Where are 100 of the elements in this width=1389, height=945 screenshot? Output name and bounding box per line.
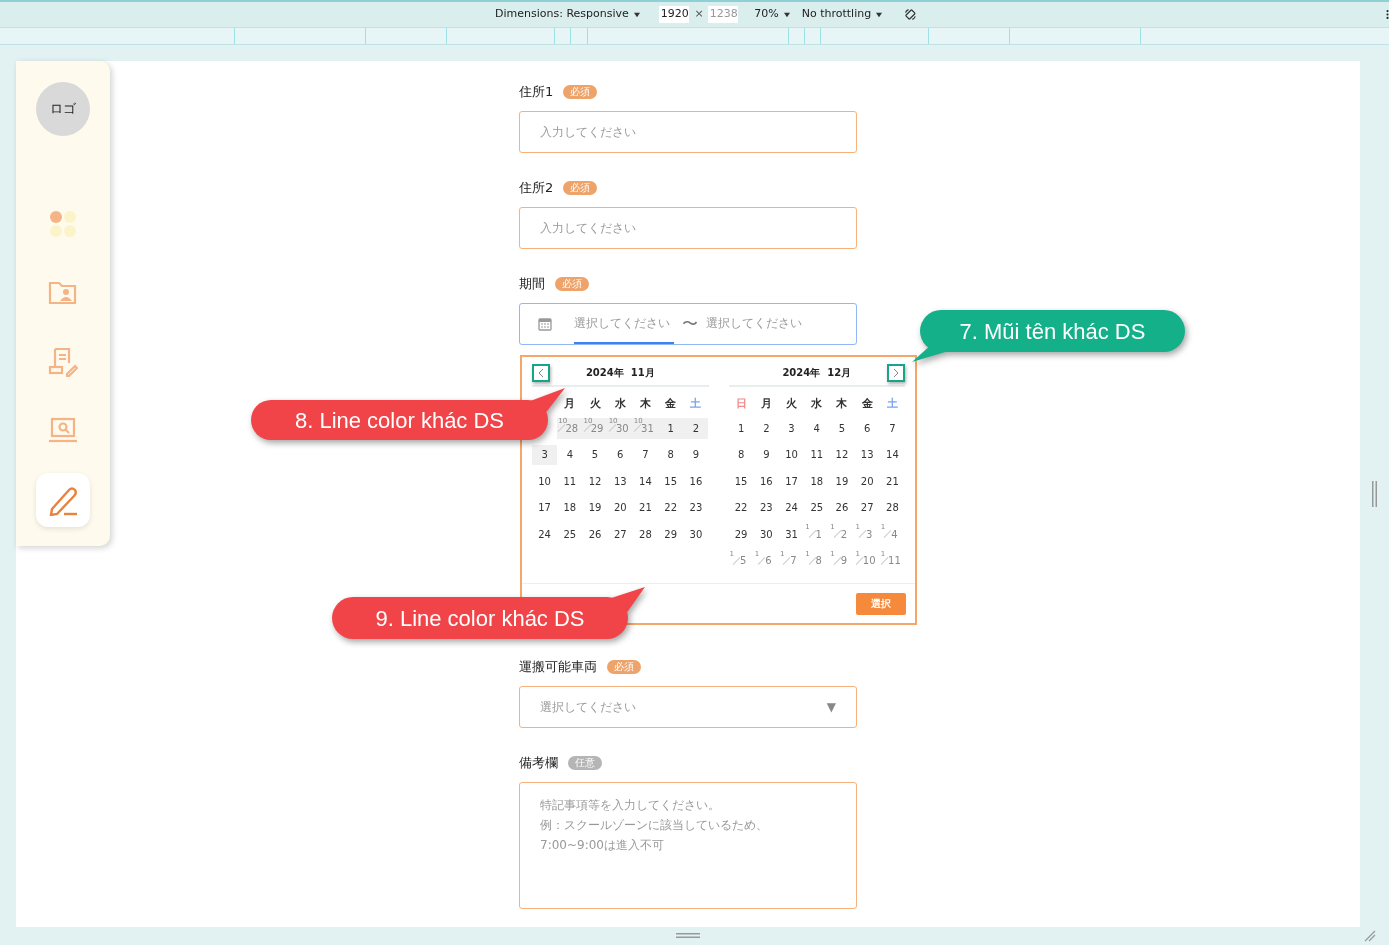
calendar-day[interactable]: 5: [829, 418, 855, 439]
calendar-day[interactable]: 24: [532, 524, 558, 545]
calendar-day[interactable]: 15: [658, 471, 684, 492]
calendar-day[interactable]: 23: [683, 497, 709, 518]
zoom-dropdown[interactable]: 70%: [754, 6, 779, 23]
calendar-day[interactable]: 7: [632, 444, 659, 465]
calendar-day[interactable]: 1: [728, 418, 754, 439]
calendar-day[interactable]: 20: [854, 471, 880, 492]
calendar-day[interactable]: 9: [753, 444, 779, 465]
weekday-label: 土: [689, 395, 703, 412]
calendar-day[interactable]: 2: [753, 418, 779, 439]
calendar-day[interactable]: 19: [582, 497, 608, 518]
previous-month-button[interactable]: [532, 364, 550, 382]
calendar-day[interactable]: 13: [854, 444, 880, 465]
calendar-day[interactable]: 24: [778, 497, 805, 518]
callout-text: 7. Mũi tên khác DS: [958, 317, 1147, 346]
calendar-day[interactable]: 25: [804, 497, 830, 518]
calendar-day[interactable]: 27: [854, 497, 880, 518]
select-field[interactable]: 選択してください ▼: [519, 686, 857, 728]
sidebar-item[interactable]: [36, 473, 90, 527]
calendar-day[interactable]: 2: [683, 418, 709, 439]
calendar-day[interactable]: 27: [607, 524, 633, 545]
placeholder-text: 特記事項等を入力してください。: [540, 797, 720, 814]
calendar-day[interactable]: 26: [829, 497, 855, 518]
calendar-day[interactable]: 3: [778, 418, 805, 439]
calendar-day[interactable]: 16: [753, 471, 779, 492]
calendar-day[interactable]: 12: [829, 444, 855, 465]
placeholder-text: 7:00~9:00は進入不可: [540, 837, 664, 854]
weekday-label: 木: [835, 395, 849, 412]
calendar-day[interactable]: 22: [658, 497, 684, 518]
required-tag: 必須: [607, 660, 641, 674]
resize-handle[interactable]: [1372, 481, 1377, 507]
logo: ロゴ: [36, 82, 90, 136]
dimensions-dropdown[interactable]: Dimensions: Responsive: [495, 6, 629, 23]
calendar-day[interactable]: 11: [557, 471, 583, 492]
weekday-label: 金: [664, 395, 678, 412]
calendar-day[interactable]: 25: [557, 524, 583, 545]
pencil-icon: [48, 484, 78, 516]
calendar-day[interactable]: 31: [778, 524, 805, 545]
caret-icon: [876, 11, 883, 18]
rotate-icon[interactable]: [904, 6, 917, 23]
calendar-day[interactable]: 17: [532, 497, 558, 518]
calendar-day[interactable]: 1: [658, 418, 684, 439]
calendar-day[interactable]: 13: [607, 471, 633, 492]
calendar-day[interactable]: 8: [658, 444, 684, 465]
document-edit-icon: [48, 346, 78, 378]
calendar-day[interactable]: 6: [854, 418, 880, 439]
calendar-day[interactable]: 28: [632, 524, 659, 545]
calendar-day[interactable]: 21: [632, 497, 659, 518]
caret-icon: [783, 11, 790, 18]
calendar-day[interactable]: 30: [683, 524, 709, 545]
field-label: 期間: [519, 275, 545, 294]
calendar-day[interactable]: 14: [632, 471, 659, 492]
resize-handle[interactable]: [676, 932, 700, 938]
calendar-day[interactable]: 26: [582, 524, 608, 545]
weekday-label: 水: [613, 395, 627, 412]
callout-text: 8. Line color khác DS: [293, 406, 506, 435]
calendar-day[interactable]: 8: [728, 444, 754, 465]
calendar-day[interactable]: 12: [582, 471, 608, 492]
calendar-day[interactable]: 7: [879, 418, 905, 439]
width-field[interactable]: 1920: [658, 6, 690, 23]
calendar-day[interactable]: 6: [607, 444, 633, 465]
calendar-day[interactable]: 28: [879, 497, 905, 518]
calendar-day[interactable]: 10: [778, 444, 805, 465]
calendar-day[interactable]: 9: [683, 444, 709, 465]
text-field[interactable]: 入力してください: [519, 111, 857, 153]
callout-text: 9. Line color khác DS: [374, 604, 586, 633]
calendar-day[interactable]: 22: [728, 497, 754, 518]
calendar-day[interactable]: 17: [778, 471, 805, 492]
next-month-button[interactable]: [887, 364, 905, 382]
calendar-day[interactable]: 21: [879, 471, 905, 492]
calendar-day[interactable]: 18: [804, 471, 830, 492]
weekday-label: 月: [759, 395, 773, 412]
calendar-day[interactable]: 20: [607, 497, 633, 518]
apps-icon: [48, 208, 78, 240]
calendar-day[interactable]: 4: [557, 444, 583, 465]
field-label: 運搬可能車両: [519, 658, 597, 677]
calendar-day[interactable]: 19: [829, 471, 855, 492]
calendar-day[interactable]: 18: [557, 497, 583, 518]
calendar-day[interactable]: 23: [753, 497, 779, 518]
required-tag: 必須: [563, 85, 598, 99]
calendar-day[interactable]: 29: [658, 524, 684, 545]
calendar-day[interactable]: 30: [753, 524, 779, 545]
more-menu-icon[interactable]: [1385, 8, 1389, 21]
calendar-day[interactable]: 14: [879, 444, 905, 465]
calendar-day[interactable]: 16: [683, 471, 709, 492]
calendar-day[interactable]: 15: [728, 471, 754, 492]
text-field[interactable]: 入力してください: [519, 207, 857, 249]
calendar-day[interactable]: 3: [532, 444, 558, 465]
weekday-label: 火: [588, 395, 602, 412]
field-label: 住所1: [519, 83, 554, 102]
calendar-day[interactable]: 4: [804, 418, 830, 439]
resize-corner-icon[interactable]: [1364, 930, 1376, 942]
weekday-label: 土: [885, 395, 899, 412]
calendar-day[interactable]: 10: [532, 471, 558, 492]
calendar-day[interactable]: 29: [728, 524, 754, 545]
field-label: 備考欄: [519, 754, 558, 773]
throttling-dropdown[interactable]: No throttling: [801, 6, 872, 23]
calendar-day[interactable]: 11: [804, 444, 830, 465]
calendar-day[interactable]: 5: [582, 444, 608, 465]
